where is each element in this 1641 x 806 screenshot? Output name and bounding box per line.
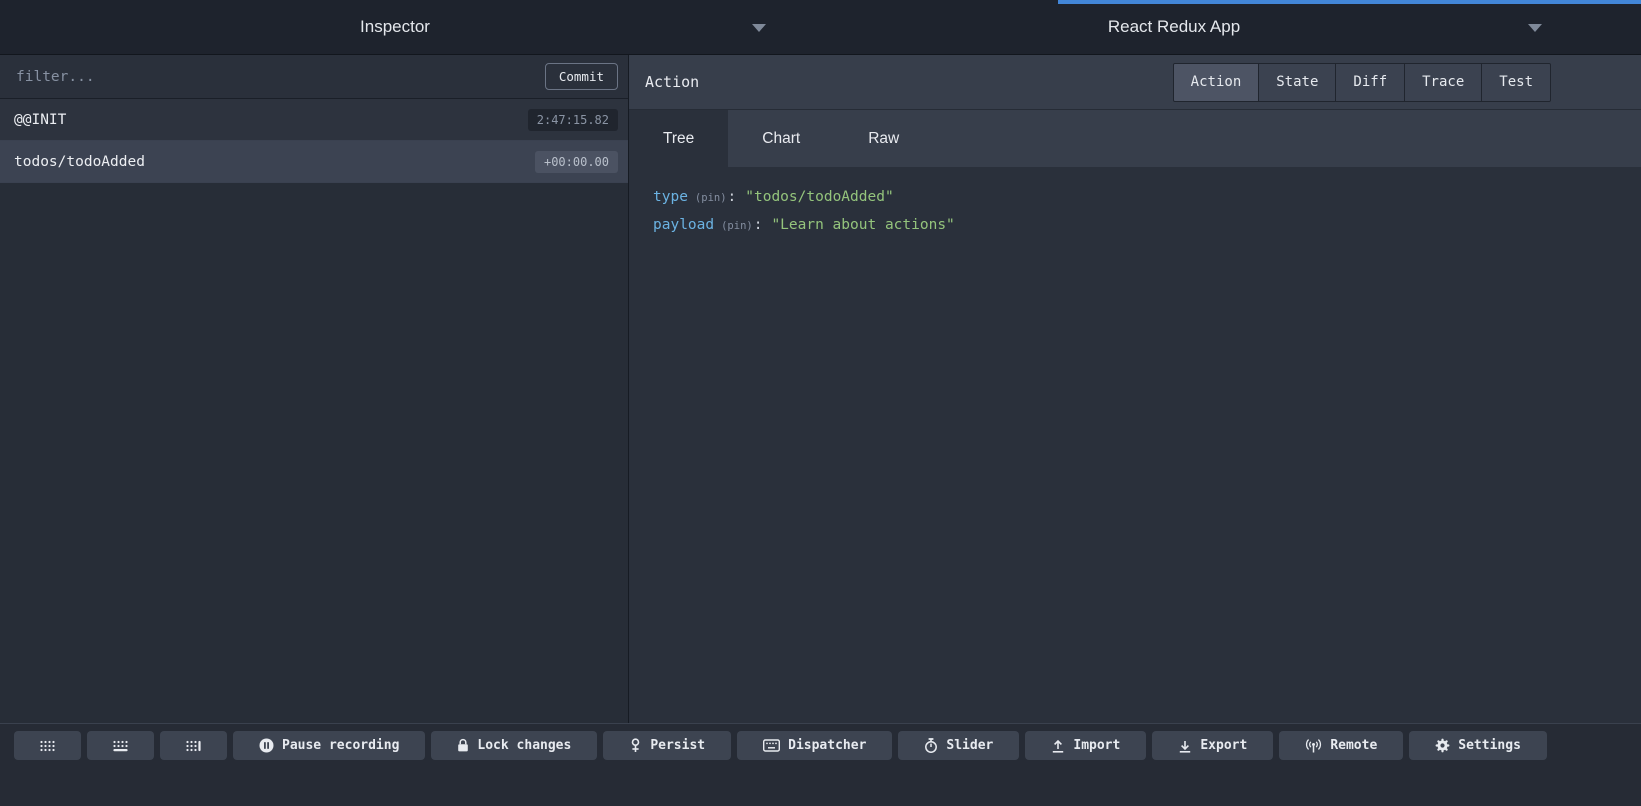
tab-tree[interactable]: Tree: [629, 110, 728, 167]
button-label: Pause recording: [282, 738, 399, 753]
panel-title: Action: [645, 73, 699, 91]
instance-selector[interactable]: React Redux App: [790, 0, 1558, 54]
dock-bottom-button[interactable]: [87, 731, 154, 760]
monitor-selector-label: Inspector: [360, 17, 430, 37]
view-tabs: Tree Chart Raw: [629, 110, 1641, 167]
tree-key: payload: [653, 217, 714, 233]
active-instance-indicator: [1058, 0, 1641, 4]
button-label: Export: [1200, 738, 1247, 753]
tab-test[interactable]: Test: [1481, 64, 1550, 101]
monitor-tabs: Action State Diff Trace Test: [1173, 63, 1551, 102]
button-label: Lock changes: [477, 738, 571, 753]
action-row-init[interactable]: @@INIT 2:47:15.82: [0, 99, 628, 141]
dock-right-icon: [185, 740, 202, 752]
action-tree-view: type (pin) : "todos/todoAdded" payload (…: [629, 167, 1641, 723]
monitor-selector[interactable]: Inspector: [0, 0, 790, 54]
chevron-down-icon: [1528, 24, 1542, 32]
button-label: Dispatcher: [788, 738, 866, 753]
tab-action[interactable]: Action: [1174, 64, 1259, 101]
action-filter-bar: Commit: [0, 55, 628, 99]
chevron-down-icon: [752, 24, 766, 32]
action-time-badge: +00:00.00: [535, 151, 618, 173]
button-label: Settings: [1458, 738, 1521, 753]
lock-icon: [457, 738, 469, 753]
action-list-panel: Commit @@INIT 2:47:15.82 todos/todoAdded…: [0, 55, 629, 723]
antenna-icon: [1305, 739, 1322, 753]
bottom-toolbar: Pause recording Lock changes Persist: [0, 723, 1641, 806]
dock-bottom-icon: [112, 740, 129, 752]
keyboard-icon: [763, 739, 780, 752]
button-label: Remote: [1330, 738, 1377, 753]
dispatcher-button[interactable]: Dispatcher: [737, 731, 892, 760]
tree-colon: :: [728, 189, 737, 205]
upload-icon: [1051, 739, 1065, 753]
tree-row-payload: payload (pin) : "Learn about actions": [653, 217, 1621, 233]
button-label: Slider: [946, 738, 993, 753]
main-area: Commit @@INIT 2:47:15.82 todos/todoAdded…: [0, 55, 1641, 723]
right-panel-header: Action Action State Diff Trace Test: [629, 55, 1641, 110]
dock-right-button[interactable]: [160, 731, 227, 760]
pause-recording-button[interactable]: Pause recording: [233, 731, 425, 760]
tab-raw[interactable]: Raw: [834, 110, 933, 167]
action-name: todos/todoAdded: [14, 154, 145, 170]
stopwatch-icon: [924, 738, 938, 753]
tab-diff[interactable]: Diff: [1335, 64, 1404, 101]
tree-row-type: type (pin) : "todos/todoAdded": [653, 189, 1621, 205]
settings-button[interactable]: Settings: [1409, 731, 1547, 760]
tab-trace[interactable]: Trace: [1404, 64, 1481, 101]
pin-link[interactable]: (pin): [695, 192, 727, 204]
remote-button[interactable]: Remote: [1279, 731, 1403, 760]
instance-selector-label: React Redux App: [1108, 17, 1240, 37]
action-name: @@INIT: [14, 112, 66, 128]
pin-icon: [629, 738, 642, 753]
tree-value: "Learn about actions": [771, 217, 954, 233]
action-list: @@INIT 2:47:15.82 todos/todoAdded +00:00…: [0, 99, 628, 723]
slider-button[interactable]: Slider: [898, 731, 1019, 760]
download-icon: [1178, 739, 1192, 753]
tab-state[interactable]: State: [1258, 64, 1335, 101]
action-row-todo-added[interactable]: todos/todoAdded +00:00.00: [0, 141, 628, 183]
button-label: Persist: [650, 738, 705, 753]
action-time-badge: 2:47:15.82: [528, 109, 618, 131]
inspector-detail-panel: Action Action State Diff Trace Test Tree…: [629, 55, 1641, 723]
import-button[interactable]: Import: [1025, 731, 1146, 760]
persist-button[interactable]: Persist: [603, 731, 731, 760]
filter-input[interactable]: [14, 68, 535, 86]
button-label: Import: [1073, 738, 1120, 753]
commit-button[interactable]: Commit: [545, 63, 618, 90]
redux-devtools-window: Inspector React Redux App Commit @@INIT …: [0, 0, 1641, 806]
tree-colon: :: [754, 217, 763, 233]
lock-changes-button[interactable]: Lock changes: [431, 731, 597, 760]
tree-value: "todos/todoAdded": [745, 189, 893, 205]
pause-icon: [259, 738, 274, 753]
export-button[interactable]: Export: [1152, 731, 1273, 760]
tree-key: type: [653, 189, 688, 205]
header-spacer: [1558, 0, 1641, 54]
top-header: Inspector React Redux App: [0, 0, 1641, 55]
dock-left-button[interactable]: [14, 731, 81, 760]
tab-chart[interactable]: Chart: [728, 110, 834, 167]
dock-left-icon: [39, 740, 56, 752]
pin-link[interactable]: (pin): [721, 220, 753, 232]
gear-icon: [1435, 738, 1450, 753]
